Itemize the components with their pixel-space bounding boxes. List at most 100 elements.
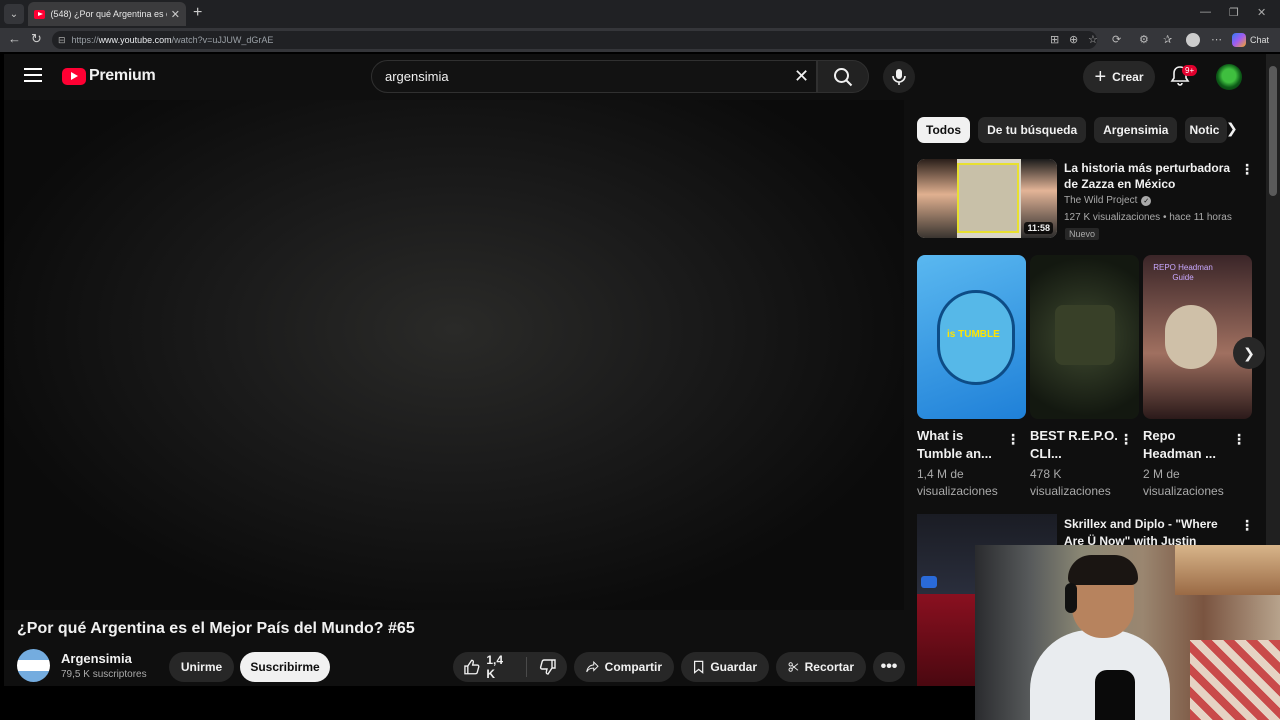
url-text: https://www.youtube.com/watch?v=uJJUW_dG… [71, 35, 274, 45]
youtube-premium-logo[interactable]: Premium [62, 67, 156, 85]
channel-avatar[interactable] [17, 649, 50, 682]
thumbs-up-icon [464, 659, 480, 675]
scrollbar-thumb[interactable] [1269, 66, 1277, 196]
webcam-person-hair [1068, 555, 1138, 585]
restore-icon[interactable]: ❐ [1229, 6, 1239, 19]
microphone-icon [892, 69, 906, 85]
short-title[interactable]: Repo Headman ... [1143, 427, 1231, 463]
youtube-logo-icon [62, 67, 86, 85]
warner-logo-icon [921, 576, 937, 588]
webcam-headset [1065, 583, 1077, 613]
short-menu-icon[interactable]: ⋮ [1232, 432, 1246, 446]
create-button[interactable]: + Crear [1083, 61, 1155, 93]
chevron-right-icon[interactable]: ❯ [1226, 120, 1238, 137]
video-player[interactable] [4, 100, 904, 610]
chip-argensimia[interactable]: Argensimia [1094, 117, 1178, 143]
video-duration: 11:58 [1024, 222, 1053, 234]
share-icon [586, 660, 599, 673]
short-title[interactable]: What is Tumble an... [917, 427, 1005, 463]
voice-search-button[interactable] [883, 61, 915, 93]
copilot-icon [1232, 33, 1246, 47]
search-button[interactable] [817, 60, 869, 93]
more-menu-icon[interactable]: ⋯ [1211, 33, 1222, 46]
shorts-next-button[interactable]: ❯ [1233, 337, 1265, 369]
short-title[interactable]: BEST R.E.P.O. CLI... [1030, 427, 1118, 463]
favorite-star-icon[interactable]: ☆ [1088, 33, 1098, 46]
short-thumbnail[interactable]: REPO Headman Guide [1143, 255, 1252, 419]
verified-icon: ✓ [1141, 195, 1152, 206]
browser-tabbar: ⌄ (548) ¿Por qué Argentina es el Me... ✕… [0, 0, 1280, 28]
thumbs-down-icon [539, 659, 556, 675]
app-available-icon[interactable]: ⊞ [1050, 33, 1059, 46]
short-menu-icon[interactable]: ⋮ [1119, 432, 1133, 446]
address-bar[interactable]: ⊟ https://www.youtube.com/watch?v=uJJUW_… [52, 31, 1097, 49]
video-title: ¿Por qué Argentina es el Mejor País del … [17, 620, 415, 637]
chip-todos[interactable]: Todos [917, 117, 971, 143]
search-input[interactable] [372, 69, 772, 84]
tab-list-button[interactable]: ⌄ [4, 4, 24, 24]
video-thumbnail[interactable]: 11:58 [917, 159, 1057, 238]
tab-title: (548) ¿Por qué Argentina es el Me... [50, 9, 166, 19]
minimize-icon[interactable]: — [1200, 6, 1211, 18]
reload-icon[interactable]: ↻ [31, 31, 42, 47]
save-button[interactable]: Guardar [681, 652, 769, 682]
like-divider [526, 657, 527, 677]
short-views: 478 K visualizaciones [1030, 467, 1111, 498]
short-thumb-text: is TUMBLE [947, 329, 1000, 340]
headman-face [1165, 305, 1217, 369]
new-tab-button[interactable]: + [193, 4, 202, 22]
more-horizontal-icon: ••• [880, 658, 898, 675]
short-thumbnail[interactable]: is TUMBLE [917, 255, 1026, 419]
filter-chips: Todos De tu búsqueda Argensimia Notic [917, 117, 1228, 143]
menu-icon[interactable] [24, 68, 42, 82]
like-button[interactable]: 1,4 K [463, 653, 514, 681]
masthead: Premium ✕ + Crear 9+ [4, 54, 1266, 100]
plus-icon: + [1094, 66, 1107, 88]
short-views: 1,4 M de visualizaciones [917, 467, 998, 498]
subscriber-count: 79,5 K suscriptores [61, 669, 147, 680]
webcam-overlay [975, 545, 1280, 720]
search-box[interactable] [371, 60, 817, 93]
back-icon[interactable]: ← [8, 31, 21, 46]
recommended-channel[interactable]: The Wild Project ✓ [1064, 195, 1152, 206]
channel-name[interactable]: Argensimia [61, 651, 132, 666]
chevron-right-icon: ❯ [1243, 344, 1255, 361]
more-actions-button[interactable]: ••• [873, 652, 905, 682]
chip-noticias[interactable]: Notic [1185, 117, 1228, 143]
window-close-icon[interactable]: ✕ [1257, 6, 1266, 19]
webcam-window-light [1175, 545, 1280, 595]
video-menu-icon[interactable]: ⋮ [1240, 518, 1254, 532]
thumbnail-left-person [917, 159, 957, 238]
search-icon [834, 67, 853, 86]
refresh-extension-icon[interactable]: ⟳ [1112, 33, 1121, 46]
chip-de-tu-busqueda[interactable]: De tu búsqueda [978, 117, 1087, 143]
new-badge: Nuevo [1065, 228, 1100, 240]
video-menu-icon[interactable]: ⋮ [1240, 162, 1254, 176]
repo-robot-face [1055, 305, 1115, 365]
thumbnail-skulls [957, 163, 1019, 233]
dislike-button[interactable] [539, 658, 557, 676]
like-dislike-group: 1,4 K [453, 652, 567, 682]
browser-tab[interactable]: (548) ¿Por qué Argentina es el Me... ✕ [28, 2, 186, 26]
recommended-video-title[interactable]: La historia más perturbadora de Zazza en… [1064, 160, 1239, 192]
short-menu-icon[interactable]: ⋮ [1006, 432, 1020, 446]
webcam-microphone [1095, 670, 1135, 720]
subscribe-button[interactable]: Suscribirme [240, 652, 330, 682]
join-button[interactable]: Unirme [169, 652, 234, 682]
share-button[interactable]: Compartir [574, 652, 674, 682]
short-thumbnail[interactable] [1030, 255, 1139, 419]
video-metadata: 127 K visualizaciones • hace 11 horas [1064, 212, 1232, 223]
clip-button[interactable]: Recortar [776, 652, 866, 682]
extensions-icon[interactable]: ⚙ [1139, 33, 1149, 46]
account-avatar[interactable] [1216, 64, 1242, 90]
site-info-icon[interactable]: ⊟ [58, 35, 66, 46]
profile-icon[interactable] [1186, 33, 1200, 47]
close-tab-icon[interactable]: ✕ [171, 8, 180, 21]
clear-search-icon[interactable]: ✕ [794, 66, 809, 86]
copilot-chat-button[interactable]: Chat [1232, 33, 1269, 47]
bookmark-icon [694, 660, 704, 674]
favorites-icon[interactable]: ✰ [1163, 33, 1172, 46]
youtube-favicon-icon [34, 9, 46, 19]
zoom-icon[interactable]: ⊕ [1069, 33, 1078, 46]
scissors-icon [788, 662, 799, 672]
